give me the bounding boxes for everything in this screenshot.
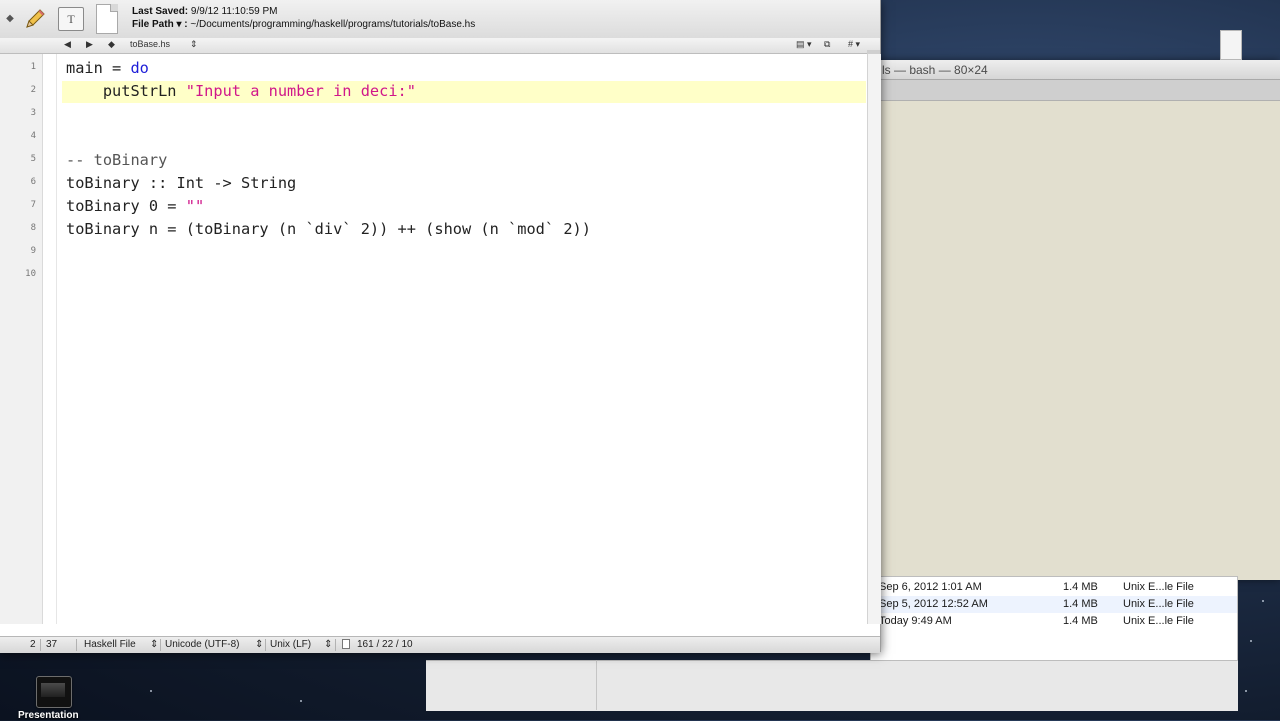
dock-item-label: Presentation xyxy=(18,710,79,721)
file-kind: Unix E...le File xyxy=(1123,615,1194,627)
line-number: 4 xyxy=(30,131,36,141)
popup-arrows-icon[interactable]: ⇕ xyxy=(255,639,263,650)
string-literal: "Input a number in deci:" xyxy=(185,82,416,100)
line-number: 8 xyxy=(30,223,36,233)
file-path-value: ~/Documents/programming/haskell/programs… xyxy=(190,19,476,30)
file-popup-arrows-icon[interactable]: ⇕ xyxy=(190,39,198,50)
terminal-title: ls — bash — 80×24 xyxy=(870,60,1280,80)
line-endings-popup[interactable]: Unix (LF) xyxy=(270,639,311,650)
terminal-content[interactable] xyxy=(870,101,1280,580)
line-number: 9 xyxy=(30,246,36,256)
status-divider xyxy=(40,639,41,651)
encoding-popup[interactable]: Unicode (UTF-8) xyxy=(165,639,239,650)
last-saved-value: 9/9/12 11:10:59 PM xyxy=(190,6,278,17)
marker-menu-icon[interactable]: # ▾ xyxy=(848,39,860,50)
code-line-5[interactable]: -- toBinary xyxy=(66,149,167,172)
function-menu-icon[interactable]: ▤ ▾ xyxy=(796,39,812,50)
status-line: 2 xyxy=(30,639,36,650)
file-size: 1.4 MB xyxy=(1063,598,1098,610)
code-text: main = xyxy=(66,59,131,77)
document-counts: 161 / 22 / 10 xyxy=(357,639,413,650)
status-bar: 2 37 Haskell File ⇕ Unicode (UTF-8) ⇕ Un… xyxy=(0,636,880,653)
file-date: Today 9:49 AM xyxy=(879,615,952,627)
file-date: Sep 5, 2012 12:52 AM xyxy=(879,598,988,610)
status-divider xyxy=(160,639,161,651)
forward-arrow-icon[interactable]: ▶ xyxy=(86,39,93,50)
file-kind: Unix E...le File xyxy=(1123,581,1194,593)
file-date: Sep 6, 2012 1:01 AM xyxy=(879,581,982,593)
line-number-gutter: 1 2 3 4 5 6 7 8 9 10 xyxy=(0,54,43,624)
status-column: 37 xyxy=(46,639,58,650)
keyword-do: do xyxy=(130,59,149,77)
line-number: 6 xyxy=(30,177,36,187)
editor-window[interactable]: ◆ T Last Saved: 9/9/12 11:10:59 PM File … xyxy=(0,0,881,653)
split-view-icon[interactable]: ⧉ xyxy=(824,39,830,50)
string-literal: "" xyxy=(185,197,205,215)
list-item[interactable]: Sep 5, 2012 12:52 AM 1.4 MB Unix E...le … xyxy=(871,596,1237,613)
line-number: 10 xyxy=(25,269,36,279)
line-number: 5 xyxy=(30,154,36,164)
file-path-info[interactable]: File Path ▾ : ~/Documents/programming/ha… xyxy=(132,19,475,30)
status-divider xyxy=(335,639,336,651)
text-tool-icon[interactable]: T xyxy=(58,7,84,31)
line-number: 1 xyxy=(30,62,36,72)
code-line-1[interactable]: main = do xyxy=(66,57,149,80)
code-editor-area[interactable] xyxy=(43,54,867,624)
last-saved-info: Last Saved: 9/9/12 11:10:59 PM xyxy=(132,6,277,17)
editor-left-guide xyxy=(56,54,57,624)
line-number: 3 xyxy=(30,108,36,118)
status-divider xyxy=(76,639,77,651)
syntax-mode-popup[interactable]: Haskell File xyxy=(84,639,136,650)
navigation-bar: ◀ ▶ ◆ toBase.hs ⇕ ▤ ▾ ⧉ # ▾ xyxy=(0,38,880,54)
code-line-7[interactable]: toBinary 0 = "" xyxy=(66,195,204,218)
file-path-label[interactable]: File Path ▾ : xyxy=(132,19,188,30)
finder-window-footer xyxy=(426,660,1238,711)
pencil-icon[interactable] xyxy=(22,6,48,32)
current-file-name[interactable]: toBase.hs xyxy=(130,39,170,49)
code-text: toBinary 0 = xyxy=(66,197,186,215)
editor-toolbar: ◆ T Last Saved: 9/9/12 11:10:59 PM File … xyxy=(0,0,880,39)
line-number: 2 xyxy=(30,85,36,95)
document-icon[interactable] xyxy=(96,4,118,34)
vertical-scrollbar[interactable] xyxy=(867,54,881,624)
finder-divider xyxy=(596,660,597,710)
status-divider xyxy=(265,639,266,651)
document-info-icon[interactable] xyxy=(342,639,350,652)
code-line-8[interactable]: toBinary n = (toBinary (n `div` 2)) ++ (… xyxy=(66,218,591,241)
file-size: 1.4 MB xyxy=(1063,615,1098,627)
document-diamond-icon[interactable]: ◆ xyxy=(4,10,16,26)
code-line-2[interactable]: putStrLn "Input a number in deci:" xyxy=(66,80,416,103)
file-size: 1.4 MB xyxy=(1063,581,1098,593)
desktop-scroll-thumb[interactable] xyxy=(1220,30,1242,60)
line-number: 7 xyxy=(30,200,36,210)
file-kind: Unix E...le File xyxy=(1123,598,1194,610)
last-saved-label: Last Saved: xyxy=(132,6,189,17)
code-text: putStrLn xyxy=(66,82,186,100)
popup-arrows-icon[interactable]: ⇕ xyxy=(150,639,158,650)
presentation-app-icon[interactable] xyxy=(36,676,72,708)
document-menu-icon[interactable]: ◆ xyxy=(108,39,115,50)
code-line-6[interactable]: toBinary :: Int -> String xyxy=(66,172,296,195)
popup-arrows-icon[interactable]: ⇕ xyxy=(324,639,332,650)
list-item[interactable]: Sep 6, 2012 1:01 AM 1.4 MB Unix E...le F… xyxy=(871,579,1237,596)
terminal-window[interactable]: ls — bash — 80×24 xyxy=(870,60,1280,580)
back-arrow-icon[interactable]: ◀ xyxy=(64,39,71,50)
terminal-tabbar xyxy=(870,80,1280,101)
list-item[interactable]: Today 9:49 AM 1.4 MB Unix E...le File xyxy=(871,613,1237,630)
